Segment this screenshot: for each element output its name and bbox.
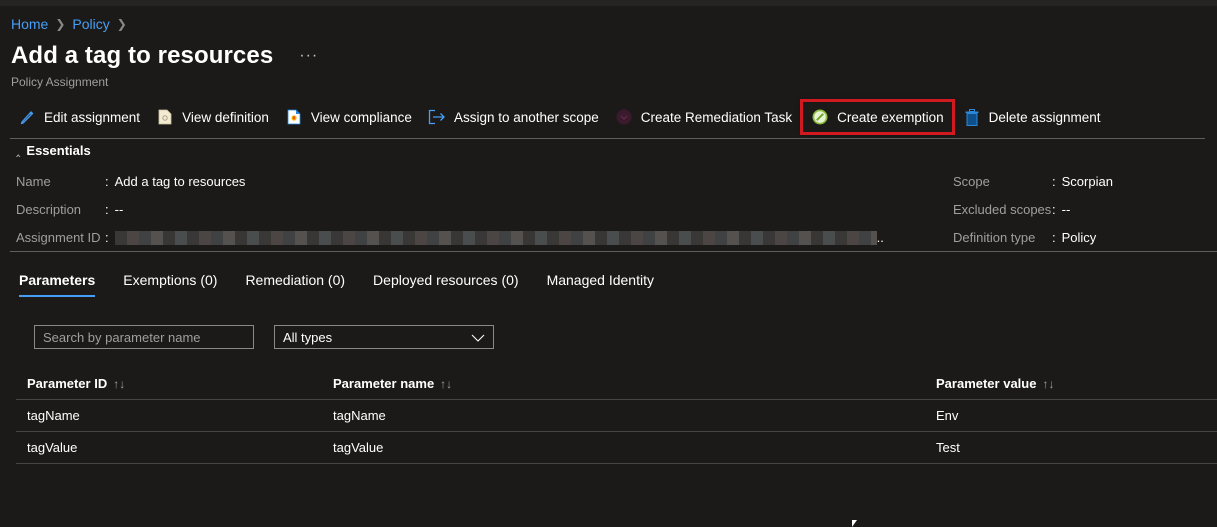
trash-icon	[963, 108, 981, 126]
tab-parameters[interactable]: Parameters	[19, 272, 96, 297]
separator: :	[1052, 230, 1056, 245]
view-definition-button[interactable]: View definition	[148, 102, 277, 132]
parameter-search-input[interactable]	[34, 325, 254, 349]
field-value: --	[114, 202, 124, 217]
remediation-icon	[615, 108, 633, 126]
field-value: Policy	[1061, 230, 1097, 245]
essentials-divider	[10, 251, 1217, 252]
essentials-toggle[interactable]: ‸ Essentials	[16, 142, 91, 158]
toolbar-divider	[10, 138, 1205, 139]
table-row[interactable]: tagName tagName Env	[16, 400, 1217, 432]
tab-exemptions[interactable]: Exemptions (0)	[123, 272, 217, 297]
breadcrumb: Home ❯ Policy ❯	[11, 16, 134, 32]
pencil-icon	[18, 108, 36, 126]
view-compliance-label: View compliance	[310, 109, 412, 125]
exemption-icon	[811, 108, 829, 126]
sort-icon[interactable]: ↑↓	[1042, 377, 1054, 391]
mouse-cursor	[852, 520, 857, 527]
separator: :	[1052, 174, 1056, 189]
cell-parameter-value: Test	[936, 440, 960, 455]
field-label: Excluded scopes	[953, 202, 1052, 217]
field-label: Scope	[953, 174, 990, 189]
delete-assignment-label: Delete assignment	[988, 109, 1101, 125]
tab-remediation[interactable]: Remediation (0)	[245, 272, 345, 297]
edit-assignment-label: Edit assignment	[44, 109, 141, 125]
document-icon	[156, 108, 174, 126]
column-header-parameter-value[interactable]: Parameter value ↑↓	[925, 376, 1217, 391]
essentials-scope: Scope : Scorpian	[953, 174, 1113, 189]
separator: :	[105, 202, 109, 217]
create-remediation-task-label: Create Remediation Task	[640, 109, 793, 125]
sign-out-arrow-icon	[428, 108, 446, 126]
table-header: Parameter ID ↑↓ Parameter name ↑↓ Paramete…	[16, 367, 1217, 400]
separator: :	[1052, 202, 1056, 217]
chevron-down-icon	[471, 330, 485, 345]
cell-parameter-id: tagName	[27, 408, 80, 423]
cell-parameter-id: tagValue	[27, 440, 78, 455]
parameters-table: Parameter ID ↑↓ Parameter name ↑↓ Paramete…	[16, 367, 1217, 464]
type-filter-dropdown[interactable]: All types	[274, 325, 494, 349]
field-label: Definition type	[953, 230, 1036, 245]
essentials-definition-type: Definition type : Policy	[953, 230, 1096, 245]
essentials-excluded-scopes: Excluded scopes : --	[953, 202, 1070, 217]
field-label: Assignment ID	[16, 230, 101, 245]
chevron-right-icon: ❯	[116, 17, 127, 31]
create-remediation-task-button[interactable]: Create Remediation Task	[607, 102, 800, 132]
breadcrumb-policy[interactable]: Policy	[72, 16, 109, 32]
tab-bar: Parameters Exemptions (0) Remediation (0…	[19, 272, 682, 297]
field-value: Add a tag to resources	[114, 174, 246, 189]
create-exemption-button[interactable]: Create exemption	[800, 99, 955, 135]
view-compliance-button[interactable]: View compliance	[277, 102, 420, 132]
column-label: Parameter value	[936, 375, 1037, 391]
essentials-assignment-id: Assignment ID : ..	[16, 230, 884, 245]
essentials-description: Description : --	[16, 202, 123, 217]
top-strip	[0, 0, 1217, 6]
more-options-button[interactable]: ···	[299, 47, 318, 65]
column-label: Parameter ID	[27, 375, 108, 391]
separator: :	[105, 174, 109, 189]
cell-parameter-value: Env	[936, 408, 959, 423]
cell-parameter-name: tagValue	[333, 440, 384, 455]
tab-managed-identity[interactable]: Managed Identity	[547, 272, 654, 297]
page-subtitle: Policy Assignment	[11, 75, 109, 89]
view-definition-label: View definition	[182, 109, 269, 125]
command-bar: Edit assignment View definition View com…	[10, 99, 1205, 135]
title-row: Add a tag to resources ···	[11, 42, 318, 70]
page-title: Add a tag to resources	[11, 42, 274, 69]
compliance-report-icon	[285, 108, 303, 126]
essentials-name: Name : Add a tag to resources	[16, 174, 245, 189]
sort-icon[interactable]: ↑↓	[440, 377, 452, 391]
field-value: Scorpian	[1061, 174, 1113, 189]
field-value-ellipsis: ..	[876, 230, 884, 245]
field-value: --	[1061, 202, 1071, 217]
breadcrumb-home[interactable]: Home	[11, 16, 48, 32]
column-label: Parameter name	[333, 375, 435, 391]
redacted-value	[114, 231, 877, 245]
sort-icon[interactable]: ↑↓	[113, 377, 125, 391]
table-row[interactable]: tagValue tagValue Test	[16, 432, 1217, 464]
type-filter-value: All types	[283, 329, 333, 345]
field-label: Description	[16, 202, 82, 217]
column-header-parameter-id[interactable]: Parameter ID ↑↓	[16, 376, 322, 391]
column-header-parameter-name[interactable]: Parameter name ↑↓	[322, 376, 925, 391]
chevron-right-icon: ❯	[55, 17, 66, 31]
essentials-heading: Essentials	[26, 142, 91, 158]
create-exemption-label: Create exemption	[837, 109, 944, 125]
assign-to-another-scope-button[interactable]: Assign to another scope	[420, 102, 607, 132]
cell-parameter-name: tagName	[333, 408, 386, 423]
assign-to-another-scope-label: Assign to another scope	[453, 109, 599, 125]
tab-deployed-resources[interactable]: Deployed resources (0)	[373, 272, 519, 297]
chevron-up-icon: ‸	[16, 142, 21, 157]
edit-assignment-button[interactable]: Edit assignment	[10, 102, 148, 132]
separator: :	[105, 230, 109, 245]
field-label: Name	[16, 174, 51, 189]
delete-assignment-button[interactable]: Delete assignment	[955, 102, 1109, 132]
